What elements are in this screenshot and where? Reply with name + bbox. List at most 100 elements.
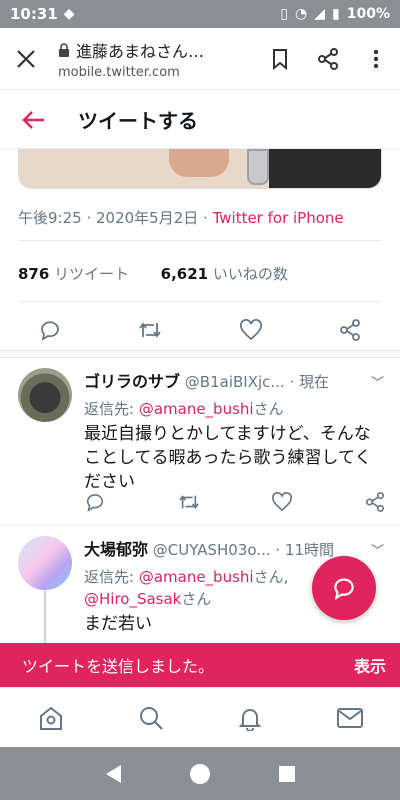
avatar[interactable] xyxy=(18,368,72,422)
like-button[interactable] xyxy=(239,319,263,341)
tweet-actions xyxy=(0,312,400,348)
section-separator xyxy=(0,350,400,358)
retweet-button[interactable] xyxy=(177,492,201,512)
retweets-count: 876 xyxy=(18,265,50,283)
reply-icon xyxy=(40,321,59,341)
page-title: 進藤あまねさん… xyxy=(76,41,205,61)
browser-toolbar: 進藤あまねさん… mobile.twitter.com xyxy=(0,28,400,90)
more-options-button[interactable] xyxy=(352,49,400,69)
divider xyxy=(0,524,400,525)
reply-time: · 11時間 xyxy=(275,541,335,559)
thread-line xyxy=(44,590,46,650)
chevron-down-icon[interactable]: ﹀ xyxy=(371,372,384,391)
reply-author-handle: @B1aiBIXjc... xyxy=(184,373,285,391)
vibrate-icon: ▯ xyxy=(280,6,289,22)
mention-link[interactable]: @amane_bushi xyxy=(139,400,254,418)
heart-icon xyxy=(272,492,293,512)
photo-hands xyxy=(169,149,229,177)
more-vertical-icon xyxy=(373,49,379,68)
nav-notifications[interactable] xyxy=(237,705,263,731)
retweet-button[interactable] xyxy=(137,319,163,341)
status-icons: ▯ ◔ ◢ ▮ 100% xyxy=(280,6,390,22)
photo-sleeve xyxy=(269,149,381,188)
lock-icon xyxy=(59,42,69,57)
tweet-stats: 876 リツイート 6,621 いいねの数 xyxy=(18,263,288,284)
close-tab-button[interactable] xyxy=(0,47,52,71)
tweet-header: ツイートする xyxy=(0,91,400,149)
back-button[interactable] xyxy=(0,109,68,131)
likes-stat[interactable]: 6,621 いいねの数 xyxy=(161,265,288,283)
like-button[interactable] xyxy=(271,492,293,512)
nav-home[interactable] xyxy=(37,705,65,731)
bottom-nav xyxy=(0,687,400,747)
mail-icon xyxy=(336,707,363,728)
signal-icon: ◢ xyxy=(314,6,326,22)
reply-header: ゴリラのサブ @B1aiBIXjc... · 現在 xyxy=(84,368,386,392)
tweet-source-link[interactable]: Twitter for iPhone xyxy=(213,209,344,227)
snackbar: ツイートを送信しました。 表示 xyxy=(0,643,400,687)
retweet-icon xyxy=(178,495,199,509)
share-tweet-button[interactable] xyxy=(338,319,362,341)
circle-home-icon xyxy=(189,763,210,784)
reply-tweet[interactable]: ゴリラのサブ @B1aiBIXjc... · 現在 返信先: @amane_bu… xyxy=(0,358,400,522)
search-icon xyxy=(139,706,163,730)
android-home-button[interactable] xyxy=(188,762,212,786)
retweets-label: リツイート xyxy=(54,265,130,283)
square-recents-icon xyxy=(279,765,296,782)
reply-to-prefix: 返信先: xyxy=(84,568,139,586)
battery-percent: 100% xyxy=(346,6,390,22)
share-icon xyxy=(318,47,338,70)
browser-url-area[interactable]: 進藤あまねさん… mobile.twitter.com xyxy=(52,38,256,80)
reply-author-handle: @CUYASH03o... xyxy=(152,541,271,559)
status-bar: 10:31 ◆ ▯ ◔ ◢ ▮ 100% xyxy=(0,0,400,28)
reply-text: 最近自撮りとかしてますけど、そんなことしてる暇あったら歌う練習してください xyxy=(84,424,372,492)
battery-icon: ▮ xyxy=(332,6,340,22)
android-back-button[interactable] xyxy=(103,763,123,785)
reply-time: · 現在 xyxy=(289,373,330,391)
android-nav-bar xyxy=(0,747,400,800)
reply-button[interactable] xyxy=(84,492,106,512)
reply-to-line: 返信先: @amane_bushiさん xyxy=(84,398,386,420)
share-tweet-button[interactable] xyxy=(364,492,386,512)
reply-icon xyxy=(86,494,104,512)
nav-search[interactable] xyxy=(138,705,164,731)
likes-label: いいねの数 xyxy=(212,265,288,283)
avatar[interactable] xyxy=(18,536,72,590)
header-title: ツイートする xyxy=(78,109,198,133)
mention-link[interactable]: @Hiro_Sasak xyxy=(84,590,181,608)
compose-reply-button[interactable] xyxy=(312,556,376,620)
mention-suffix: さん, xyxy=(253,568,289,586)
mention-suffix: さん xyxy=(253,400,284,418)
share-button[interactable] xyxy=(304,47,352,70)
reply-button[interactable] xyxy=(38,319,62,341)
mention-link[interactable]: @amane_bushi xyxy=(139,568,254,586)
page-domain: mobile.twitter.com xyxy=(58,64,180,80)
nav-messages[interactable] xyxy=(336,707,364,729)
tweet-time: 午後9:25 xyxy=(18,209,82,227)
divider xyxy=(18,240,382,241)
triangle-back-icon xyxy=(105,764,121,783)
android-recents-button[interactable] xyxy=(277,764,297,784)
tweet-date: 2020年5月2日 xyxy=(96,209,199,227)
bookmark-button[interactable] xyxy=(256,48,304,70)
retweets-stat[interactable]: 876 リツイート xyxy=(18,265,129,283)
back-arrow-icon xyxy=(22,110,44,129)
snackbar-show-button[interactable]: 表示 xyxy=(354,653,386,677)
likes-count: 6,621 xyxy=(160,265,209,283)
status-time: 10:31 xyxy=(10,5,58,23)
tweet-photo[interactable] xyxy=(18,149,382,189)
tweet-meta: 午後9:25 · 2020年5月2日 · Twitter for iPhone xyxy=(18,209,344,227)
heart-icon xyxy=(239,319,262,341)
photo-watch xyxy=(247,149,269,185)
close-icon xyxy=(17,49,35,68)
reply-to-prefix: 返信先: xyxy=(84,400,139,418)
reply-bubble-icon xyxy=(334,578,354,600)
share-icon xyxy=(340,319,361,341)
chevron-down-icon[interactable]: ﹀ xyxy=(371,540,384,559)
mention-suffix: さん xyxy=(181,590,212,608)
bookmark-icon xyxy=(273,48,287,70)
wifi-icon: ◔ xyxy=(295,6,308,22)
notification-icon: ◆ xyxy=(63,6,75,22)
bell-icon xyxy=(238,708,261,731)
divider xyxy=(18,301,382,302)
